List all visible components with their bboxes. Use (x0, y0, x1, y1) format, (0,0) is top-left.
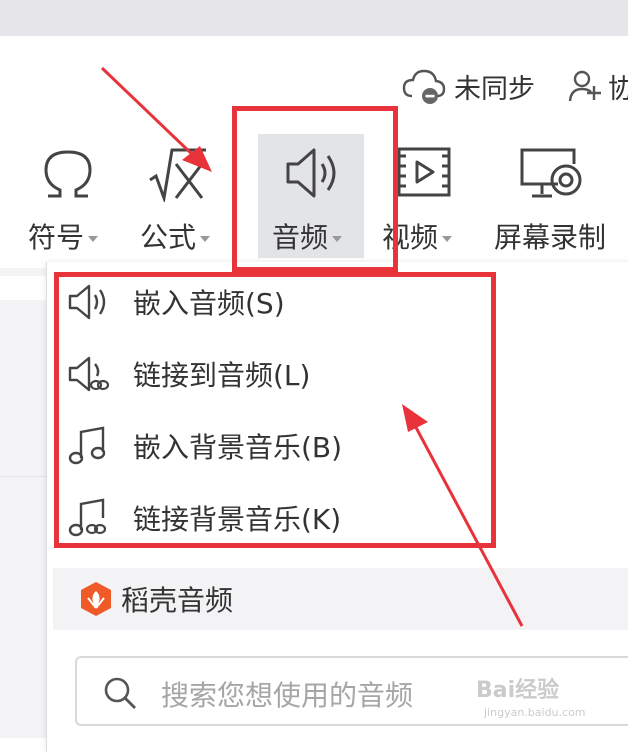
watermark-url: jingyan.baidu.com (484, 706, 586, 719)
watermark: Bai经验 (476, 678, 560, 703)
annotation-arrows (100, 66, 524, 627)
arrow-head-icon (402, 404, 428, 432)
